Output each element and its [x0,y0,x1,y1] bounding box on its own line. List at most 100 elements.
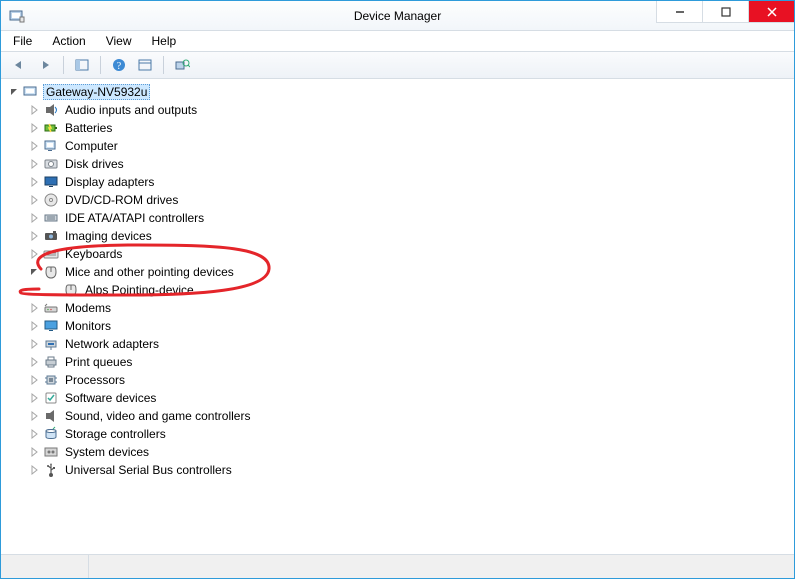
mouse-icon [43,264,59,280]
tree-node[interactable]: Software devices [29,389,794,407]
expand-arrow-icon[interactable] [29,338,41,350]
tree-node-label: Software devices [63,391,158,405]
mouse-icon [63,282,79,298]
expand-arrow-icon[interactable] [29,392,41,404]
menu-file[interactable]: File [5,32,40,50]
device-tree-pane[interactable]: Gateway-NV5932u Audio inputs and outputs… [1,79,794,554]
cpu-icon [43,372,59,388]
tree-root[interactable]: Gateway-NV5932u [9,83,794,101]
tree-node[interactable]: Monitors [29,317,794,335]
expand-arrow-icon[interactable] [29,356,41,368]
tree-node-label: System devices [63,445,151,459]
forward-button[interactable] [33,54,57,76]
toolbar-separator [163,56,164,74]
menu-action[interactable]: Action [44,32,93,50]
tree-node[interactable]: Imaging devices [29,227,794,245]
tree-node[interactable]: Storage controllers [29,425,794,443]
title-bar: Device Manager [1,1,794,31]
tree-node-label: Batteries [63,121,114,135]
tree-node-label: Alps Pointing-device [83,283,196,297]
ide-icon [43,210,59,226]
back-button[interactable] [7,54,31,76]
expand-arrow-icon[interactable] [29,302,41,314]
expand-arrow-icon[interactable] [29,194,41,206]
tree-node[interactable]: Alps Pointing-device [49,281,794,299]
expand-arrow-icon[interactable] [29,428,41,440]
toolbar-separator [63,56,64,74]
toolbar: ? [1,51,794,79]
keyboard-icon [43,246,59,262]
menu-view[interactable]: View [98,32,140,50]
expand-arrow-icon[interactable] [29,104,41,116]
tree-node-label: Computer [63,139,120,153]
expand-arrow-icon[interactable] [29,374,41,386]
console-tree-button[interactable] [70,54,94,76]
tree-node-label: IDE ATA/ATAPI controllers [63,211,206,225]
expand-arrow-icon[interactable] [29,158,41,170]
tree-node[interactable]: IDE ATA/ATAPI controllers [29,209,794,227]
tree-node[interactable]: DVD/CD-ROM drives [29,191,794,209]
storage-icon [43,426,59,442]
system-icon [43,444,59,460]
status-bar [1,554,794,578]
tree-root-label: Gateway-NV5932u [43,84,150,100]
tree-node-label: Disk drives [63,157,126,171]
expand-arrow-icon[interactable] [29,122,41,134]
dvd-icon [43,192,59,208]
tree-node-label: Display adapters [63,175,156,189]
tree-node-label: Keyboards [63,247,124,261]
expand-arrow-icon[interactable] [29,140,41,152]
monitor-icon [43,318,59,334]
software-icon [43,390,59,406]
imaging-icon [43,228,59,244]
tree-node[interactable]: System devices [29,443,794,461]
maximize-button[interactable] [702,1,748,23]
close-button[interactable] [748,1,794,23]
window-controls [656,1,794,23]
expand-arrow-icon[interactable] [29,410,41,422]
tree-node-label: Modems [63,301,113,315]
expand-arrow-icon[interactable] [29,446,41,458]
tree-node[interactable]: Sound, video and game controllers [29,407,794,425]
app-icon [9,8,25,24]
tree-node[interactable]: Mice and other pointing devices [29,263,794,281]
menu-help[interactable]: Help [144,32,185,50]
tree-node-label: Monitors [63,319,113,333]
computer-icon [43,138,59,154]
expand-arrow-icon[interactable] [29,230,41,242]
printer-icon [43,354,59,370]
usb-icon [43,462,59,478]
scan-hardware-button[interactable] [170,54,194,76]
expand-arrow-icon[interactable] [29,320,41,332]
modem-icon [43,300,59,316]
tree-node[interactable]: Print queues [29,353,794,371]
disk-icon [43,156,59,172]
tree-node-label: DVD/CD-ROM drives [63,193,180,207]
audio-icon [43,102,59,118]
tree-node[interactable]: Disk drives [29,155,794,173]
expand-arrow-icon[interactable] [29,176,41,188]
status-pane [1,555,89,578]
minimize-button[interactable] [656,1,702,23]
status-pane [89,555,794,578]
collapse-arrow-icon[interactable] [29,266,41,278]
menu-bar: File Action View Help [1,31,794,51]
tree-node-label: Mice and other pointing devices [63,265,236,279]
collapse-arrow-icon[interactable] [9,86,21,98]
properties-button[interactable] [133,54,157,76]
tree-node[interactable]: Modems [29,299,794,317]
expand-arrow-icon[interactable] [29,212,41,224]
tree-node[interactable]: Audio inputs and outputs [29,101,794,119]
tree-node[interactable]: Computer [29,137,794,155]
svg-text:?: ? [117,61,122,72]
tree-node-label: Universal Serial Bus controllers [63,463,234,477]
tree-node[interactable]: Network adapters [29,335,794,353]
help-button[interactable]: ? [107,54,131,76]
tree-node[interactable]: Processors [29,371,794,389]
tree-node[interactable]: Batteries [29,119,794,137]
tree-node[interactable]: Keyboards [29,245,794,263]
expand-arrow-icon[interactable] [29,464,41,476]
expand-arrow-icon[interactable] [29,248,41,260]
tree-node[interactable]: Universal Serial Bus controllers [29,461,794,479]
tree-node[interactable]: Display adapters [29,173,794,191]
